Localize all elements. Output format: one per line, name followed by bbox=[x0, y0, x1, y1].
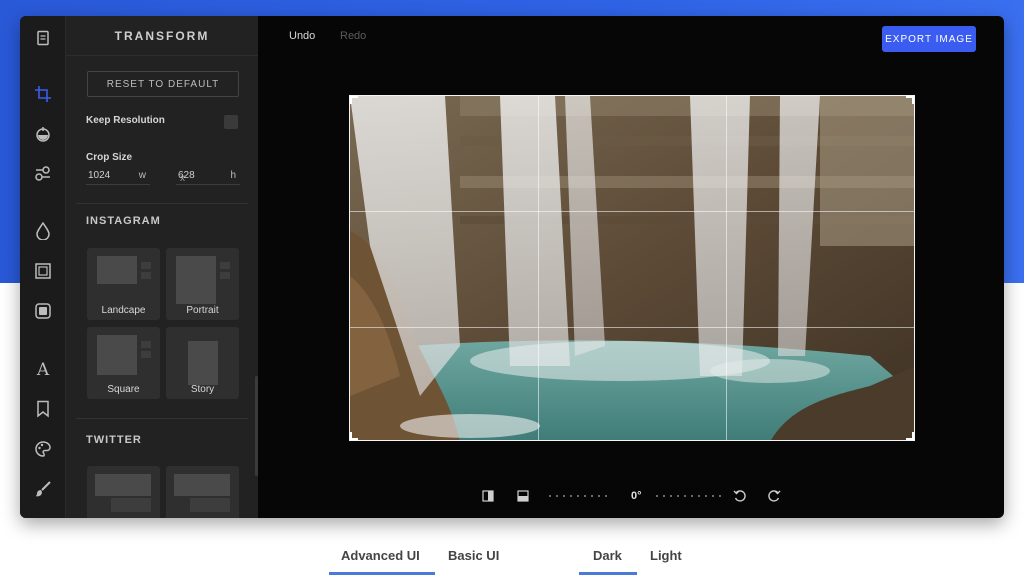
advanced-ui-toggle[interactable]: Advanced UI bbox=[341, 548, 420, 563]
preset-landscape[interactable]: Landcape bbox=[87, 248, 160, 320]
editor-window: A TRANSFORM RESET TO DEFAULT Keep Resolu… bbox=[20, 16, 1004, 518]
crop-width-field[interactable]: 1024 w bbox=[86, 167, 150, 185]
preset-label: Story bbox=[190, 384, 215, 395]
crop-icon[interactable] bbox=[31, 82, 55, 106]
preset-label: Landcape bbox=[101, 305, 146, 316]
filter-icon[interactable] bbox=[31, 122, 55, 146]
twitter-heading: TWITTER bbox=[86, 434, 142, 446]
crop-grid-line bbox=[538, 96, 539, 440]
sticker-icon[interactable] bbox=[31, 397, 55, 421]
preset-thumb bbox=[95, 474, 151, 496]
rotate-right-icon[interactable] bbox=[766, 488, 782, 504]
preset-thumb bbox=[190, 498, 230, 512]
crop-height-field[interactable]: 628 h bbox=[176, 167, 240, 185]
preset-thumb bbox=[97, 256, 137, 284]
corners-icon[interactable] bbox=[31, 299, 55, 323]
rotate-left-icon[interactable] bbox=[732, 488, 748, 504]
preset-story[interactable]: Story bbox=[166, 327, 239, 399]
preset-thumb bbox=[97, 335, 137, 375]
preset-square[interactable]: Square bbox=[87, 327, 160, 399]
drop-icon[interactable] bbox=[31, 219, 55, 243]
panel-divider bbox=[76, 418, 248, 419]
preset-thumb bbox=[141, 272, 151, 279]
crop-grid-line bbox=[350, 211, 914, 212]
basic-ui-toggle[interactable]: Basic UI bbox=[448, 548, 499, 563]
preset-twitter-header[interactable] bbox=[166, 466, 239, 518]
crop-grid-line bbox=[350, 327, 914, 328]
crop-width-value: 1024 bbox=[88, 170, 111, 181]
document-icon[interactable] bbox=[31, 26, 55, 50]
keep-resolution-label: Keep Resolution bbox=[86, 115, 165, 126]
panel-title: TRANSFORM bbox=[66, 16, 258, 56]
tool-rail: A bbox=[20, 16, 66, 518]
preset-label: Square bbox=[107, 384, 140, 395]
crop-grid-line bbox=[726, 96, 727, 440]
crop-canvas[interactable] bbox=[349, 95, 915, 441]
svg-text:A: A bbox=[36, 360, 50, 378]
preset-thumb bbox=[141, 351, 151, 358]
crop-width-unit: w bbox=[138, 170, 146, 181]
preset-thumb bbox=[176, 256, 216, 304]
panel-scrollbar[interactable] bbox=[255, 376, 258, 476]
preset-thumb bbox=[188, 341, 218, 385]
preset-portrait[interactable]: Portrait bbox=[166, 248, 239, 320]
dark-theme-toggle[interactable]: Dark bbox=[593, 548, 622, 563]
preset-twitter-post[interactable] bbox=[87, 466, 160, 518]
ui-toggle-underline bbox=[329, 572, 435, 575]
crop-height-value: 628 bbox=[178, 170, 195, 181]
preset-thumb bbox=[141, 262, 151, 269]
rotation-slider-right[interactable] bbox=[656, 495, 721, 497]
preset-thumb bbox=[111, 498, 151, 512]
adjust-icon[interactable] bbox=[31, 162, 55, 186]
panel-divider bbox=[76, 203, 248, 204]
rotation-slider-left[interactable] bbox=[549, 495, 607, 497]
preset-thumb bbox=[141, 341, 151, 348]
keep-resolution-checkbox[interactable] bbox=[224, 115, 238, 129]
preset-thumb bbox=[220, 262, 230, 269]
preset-thumb bbox=[174, 474, 230, 496]
flip-horizontal-icon[interactable] bbox=[480, 488, 496, 504]
light-theme-toggle[interactable]: Light bbox=[650, 548, 682, 563]
palette-icon[interactable] bbox=[31, 437, 55, 461]
brush-icon[interactable] bbox=[31, 477, 55, 501]
text-icon[interactable]: A bbox=[31, 357, 55, 381]
flip-vertical-icon[interactable] bbox=[515, 488, 531, 504]
export-image-button[interactable]: EXPORT IMAGE bbox=[882, 26, 976, 52]
undo-button[interactable]: Undo bbox=[289, 30, 315, 42]
instagram-heading: INSTAGRAM bbox=[86, 215, 161, 227]
rotation-angle: 0° bbox=[631, 490, 642, 502]
crop-handle-bottom-right[interactable] bbox=[906, 432, 914, 440]
redo-button[interactable]: Redo bbox=[340, 30, 366, 42]
crop-handle-bottom-left[interactable] bbox=[350, 432, 358, 440]
crop-height-unit: h bbox=[230, 170, 236, 181]
transform-panel: TRANSFORM RESET TO DEFAULT Keep Resoluti… bbox=[66, 16, 258, 518]
crop-size-label: Crop Size bbox=[86, 152, 133, 163]
reset-to-default-button[interactable]: RESET TO DEFAULT bbox=[87, 71, 239, 97]
frame-icon[interactable] bbox=[31, 259, 55, 283]
crop-handle-top-left[interactable] bbox=[350, 96, 358, 104]
preset-label: Portrait bbox=[186, 305, 219, 316]
waterfall-photo bbox=[350, 96, 914, 440]
theme-toggle-underline bbox=[579, 572, 637, 575]
preset-thumb bbox=[220, 272, 230, 279]
crop-handle-top-right[interactable] bbox=[906, 96, 914, 104]
